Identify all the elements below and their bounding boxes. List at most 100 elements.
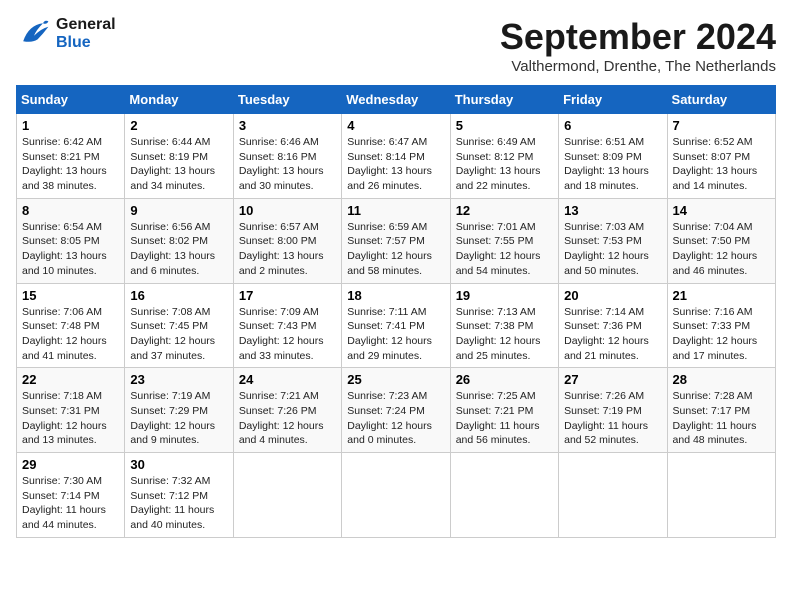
column-header-tuesday: Tuesday bbox=[233, 86, 341, 114]
day-number: 9 bbox=[130, 203, 227, 218]
page-header: General Blue September 2024 Valthermond,… bbox=[16, 16, 776, 75]
calendar-cell: 12 Sunrise: 7:01 AM Sunset: 7:55 PM Dayli… bbox=[450, 198, 558, 283]
calendar-cell: 2 Sunrise: 6:44 AM Sunset: 8:19 PM Daylig… bbox=[125, 114, 233, 199]
day-number: 23 bbox=[130, 372, 227, 387]
day-number: 25 bbox=[347, 372, 444, 387]
header-row: SundayMondayTuesdayWednesdayThursdayFrid… bbox=[17, 86, 776, 114]
calendar-cell: 26Sunrise: 7:25 AM Sunset: 7:21 PM Dayli… bbox=[450, 368, 558, 453]
title-area: September 2024 Valthermond, Drenthe, The… bbox=[500, 16, 776, 75]
day-info: Sunrise: 7:23 AM Sunset: 7:24 PM Dayligh… bbox=[347, 389, 444, 448]
day-number: 15 bbox=[22, 288, 119, 303]
day-info: Sunrise: 7:06 AM Sunset: 7:48 PM Dayligh… bbox=[22, 305, 119, 364]
day-number: 5 bbox=[456, 118, 553, 133]
day-info: Sunrise: 7:09 AM Sunset: 7:43 PM Dayligh… bbox=[239, 305, 336, 364]
calendar-cell: 27 Sunrise: 7:26 AM Sunset: 7:19 PM Dayli… bbox=[559, 368, 667, 453]
calendar-cell bbox=[559, 453, 667, 538]
calendar-cell: 28Sunrise: 7:28 AM Sunset: 7:17 PM Dayli… bbox=[667, 368, 775, 453]
logo: General Blue bbox=[16, 16, 116, 52]
calendar-cell: 14 Sunrise: 7:04 AM Sunset: 7:50 PM Dayli… bbox=[667, 198, 775, 283]
calendar-table: SundayMondayTuesdayWednesdayThursdayFrid… bbox=[16, 85, 776, 538]
calendar-cell: 8 Sunrise: 6:54 AM Sunset: 8:05 PM Daylig… bbox=[17, 198, 125, 283]
day-info: Sunrise: 6:57 AM Sunset: 8:00 PM Dayligh… bbox=[239, 220, 336, 279]
calendar-cell: 15 Sunrise: 7:06 AM Sunset: 7:48 PM Dayli… bbox=[17, 283, 125, 368]
day-number: 22 bbox=[22, 372, 119, 387]
column-header-saturday: Saturday bbox=[667, 86, 775, 114]
calendar-cell: 22 Sunrise: 7:18 AM Sunset: 7:31 PM Dayli… bbox=[17, 368, 125, 453]
calendar-cell: 18 Sunrise: 7:11 AM Sunset: 7:41 PM Dayli… bbox=[342, 283, 450, 368]
day-number: 4 bbox=[347, 118, 444, 133]
day-info: Sunrise: 7:01 AM Sunset: 7:55 PM Dayligh… bbox=[456, 220, 553, 279]
column-header-wednesday: Wednesday bbox=[342, 86, 450, 114]
week-row-5: 29 Sunrise: 7:30 AM Sunset: 7:14 PM Dayli… bbox=[17, 453, 776, 538]
calendar-cell: 9 Sunrise: 6:56 AM Sunset: 8:02 PM Daylig… bbox=[125, 198, 233, 283]
day-number: 19 bbox=[456, 288, 553, 303]
day-number: 17 bbox=[239, 288, 336, 303]
day-number: 13 bbox=[564, 203, 661, 218]
day-info: Sunrise: 7:30 AM Sunset: 7:14 PM Dayligh… bbox=[22, 474, 119, 533]
column-header-thursday: Thursday bbox=[450, 86, 558, 114]
day-info: Sunrise: 7:18 AM Sunset: 7:31 PM Dayligh… bbox=[22, 389, 119, 448]
calendar-cell: 24Sunrise: 7:21 AM Sunset: 7:26 PM Dayli… bbox=[233, 368, 341, 453]
week-row-4: 22 Sunrise: 7:18 AM Sunset: 7:31 PM Dayli… bbox=[17, 368, 776, 453]
day-number: 10 bbox=[239, 203, 336, 218]
day-number: 18 bbox=[347, 288, 444, 303]
day-info: Sunrise: 7:03 AM Sunset: 7:53 PM Dayligh… bbox=[564, 220, 661, 279]
day-info: Sunrise: 7:04 AM Sunset: 7:50 PM Dayligh… bbox=[673, 220, 770, 279]
day-info: Sunrise: 7:25 AM Sunset: 7:21 PM Dayligh… bbox=[456, 389, 553, 448]
day-number: 14 bbox=[673, 203, 770, 218]
day-number: 20 bbox=[564, 288, 661, 303]
calendar-cell: 11Sunrise: 6:59 AM Sunset: 7:57 PM Dayli… bbox=[342, 198, 450, 283]
calendar-cell: 29 Sunrise: 7:30 AM Sunset: 7:14 PM Dayli… bbox=[17, 453, 125, 538]
column-header-sunday: Sunday bbox=[17, 86, 125, 114]
calendar-cell bbox=[342, 453, 450, 538]
calendar-cell: 20 Sunrise: 7:14 AM Sunset: 7:36 PM Dayli… bbox=[559, 283, 667, 368]
day-number: 29 bbox=[22, 457, 119, 472]
logo-icon bbox=[16, 16, 52, 52]
day-info: Sunrise: 7:19 AM Sunset: 7:29 PM Dayligh… bbox=[130, 389, 227, 448]
calendar-cell bbox=[233, 453, 341, 538]
day-info: Sunrise: 7:11 AM Sunset: 7:41 PM Dayligh… bbox=[347, 305, 444, 364]
day-number: 8 bbox=[22, 203, 119, 218]
day-number: 3 bbox=[239, 118, 336, 133]
day-number: 28 bbox=[673, 372, 770, 387]
day-info: Sunrise: 6:47 AM Sunset: 8:14 PM Dayligh… bbox=[347, 135, 444, 194]
month-title: September 2024 bbox=[500, 16, 776, 58]
calendar-cell: 10 Sunrise: 6:57 AM Sunset: 8:00 PM Dayli… bbox=[233, 198, 341, 283]
day-info: Sunrise: 6:56 AM Sunset: 8:02 PM Dayligh… bbox=[130, 220, 227, 279]
day-info: Sunrise: 6:46 AM Sunset: 8:16 PM Dayligh… bbox=[239, 135, 336, 194]
calendar-cell: 5Sunrise: 6:49 AM Sunset: 8:12 PM Daylig… bbox=[450, 114, 558, 199]
column-header-monday: Monday bbox=[125, 86, 233, 114]
day-info: Sunrise: 7:32 AM Sunset: 7:12 PM Dayligh… bbox=[130, 474, 227, 533]
calendar-cell: 21Sunrise: 7:16 AM Sunset: 7:33 PM Dayli… bbox=[667, 283, 775, 368]
calendar-cell bbox=[450, 453, 558, 538]
day-info: Sunrise: 7:26 AM Sunset: 7:19 PM Dayligh… bbox=[564, 389, 661, 448]
day-number: 30 bbox=[130, 457, 227, 472]
week-row-2: 8 Sunrise: 6:54 AM Sunset: 8:05 PM Daylig… bbox=[17, 198, 776, 283]
day-number: 6 bbox=[564, 118, 661, 133]
day-number: 11 bbox=[347, 203, 444, 218]
calendar-cell: 4 Sunrise: 6:47 AM Sunset: 8:14 PM Daylig… bbox=[342, 114, 450, 199]
column-header-friday: Friday bbox=[559, 86, 667, 114]
day-info: Sunrise: 7:13 AM Sunset: 7:38 PM Dayligh… bbox=[456, 305, 553, 364]
week-row-3: 15 Sunrise: 7:06 AM Sunset: 7:48 PM Dayli… bbox=[17, 283, 776, 368]
calendar-cell: 25 Sunrise: 7:23 AM Sunset: 7:24 PM Dayli… bbox=[342, 368, 450, 453]
logo-text: General Blue bbox=[56, 16, 116, 52]
day-info: Sunrise: 6:54 AM Sunset: 8:05 PM Dayligh… bbox=[22, 220, 119, 279]
calendar-cell: 17 Sunrise: 7:09 AM Sunset: 7:43 PM Dayli… bbox=[233, 283, 341, 368]
day-info: Sunrise: 6:44 AM Sunset: 8:19 PM Dayligh… bbox=[130, 135, 227, 194]
calendar-cell: 23 Sunrise: 7:19 AM Sunset: 7:29 PM Dayli… bbox=[125, 368, 233, 453]
calendar-cell bbox=[667, 453, 775, 538]
day-info: Sunrise: 7:08 AM Sunset: 7:45 PM Dayligh… bbox=[130, 305, 227, 364]
day-number: 27 bbox=[564, 372, 661, 387]
day-number: 1 bbox=[22, 118, 119, 133]
day-info: Sunrise: 6:51 AM Sunset: 8:09 PM Dayligh… bbox=[564, 135, 661, 194]
location-subtitle: Valthermond, Drenthe, The Netherlands bbox=[500, 58, 776, 75]
day-number: 7 bbox=[673, 118, 770, 133]
day-number: 2 bbox=[130, 118, 227, 133]
day-number: 16 bbox=[130, 288, 227, 303]
day-info: Sunrise: 7:14 AM Sunset: 7:36 PM Dayligh… bbox=[564, 305, 661, 364]
day-info: Sunrise: 7:16 AM Sunset: 7:33 PM Dayligh… bbox=[673, 305, 770, 364]
day-info: Sunrise: 6:52 AM Sunset: 8:07 PM Dayligh… bbox=[673, 135, 770, 194]
day-info: Sunrise: 6:42 AM Sunset: 8:21 PM Dayligh… bbox=[22, 135, 119, 194]
day-number: 12 bbox=[456, 203, 553, 218]
